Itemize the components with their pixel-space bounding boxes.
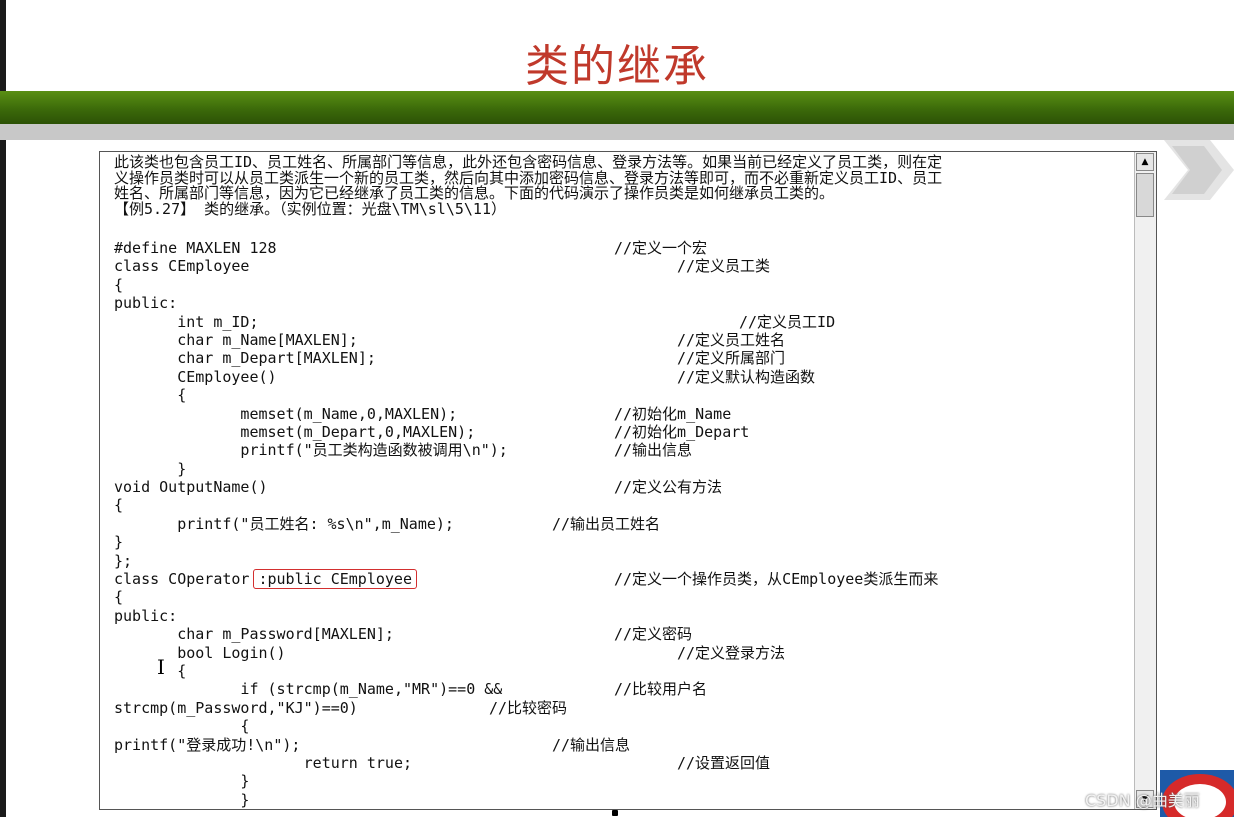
code-line: char m_Password[MAXLEN]; //定义密码 [114, 625, 1129, 643]
code-text: if (strcmp(m_Name,"MR")==0 && [114, 680, 503, 699]
code-text: bool Login() [114, 643, 286, 662]
code-text: { [114, 661, 187, 680]
text-box-content: 此该类也包含员工ID、员工姓名、所属部门等信息，此外还包含密码信息、登录方法等。… [114, 154, 1129, 809]
code-text: public: [114, 294, 178, 313]
code-line: #define MAXLEN 128 //定义一个宏 [114, 239, 1129, 257]
code-comment: //输出员工姓名 [552, 514, 661, 533]
code-text: #define MAXLEN 128 [114, 239, 277, 257]
code-comment: //定义密码 [614, 625, 693, 644]
code-text: memset(m_Depart,0,MAXLEN); [114, 422, 476, 441]
code-text: } [114, 790, 250, 809]
code-text: printf("员工姓名: %s\n",m_Name); [114, 514, 454, 533]
title-band [0, 91, 1234, 124]
code-line: { [114, 276, 1129, 294]
code-text: } [114, 533, 124, 552]
mouse-pointer-icon [612, 810, 618, 816]
slide-title: 类的继承 [525, 41, 709, 92]
code-line: return true; //设置返回值 [114, 754, 1129, 772]
code-comment: //比较密码 [489, 698, 568, 717]
code-line: void OutputName() //定义公有方法 [114, 478, 1129, 496]
code-comment: //定义默认构造函数 [677, 367, 816, 386]
text-box[interactable]: 此该类也包含员工ID、员工姓名、所属部门等信息，此外还包含密码信息、登录方法等。… [99, 151, 1157, 810]
watermark: CSDN @曲美丽 [1085, 791, 1200, 810]
code-line: bool Login() //定义登录方法 [114, 644, 1129, 662]
code-line: printf("员工姓名: %s\n",m_Name); //输出员工姓名 [114, 515, 1129, 533]
code-line: if (strcmp(m_Name,"MR")==0 && //比较用户名 [114, 680, 1129, 698]
code-text: { [114, 496, 124, 515]
code-line: strcmp(m_Password,"KJ")==0) //比较密码 [114, 699, 1129, 717]
code-line: printf("员工类构造函数被调用\n"); //输出信息 [114, 441, 1129, 459]
code-text: char m_Password[MAXLEN]; [114, 625, 394, 644]
code-comment: //输出信息 [614, 441, 693, 460]
title-band-shadow [0, 124, 1234, 140]
code-line: } [114, 772, 1129, 790]
code-comment: //定义员工ID [739, 312, 836, 331]
code-text: int m_ID; [114, 312, 259, 331]
scroll-up-icon[interactable]: ▲ [1136, 153, 1154, 171]
code-line: public: [114, 294, 1129, 312]
code-comment: //设置返回值 [677, 753, 771, 772]
code-text: printf("登录成功!\n"); [114, 735, 301, 754]
code-comment: //定义员工姓名 [677, 330, 786, 349]
code-comment: //定义所属部门 [677, 349, 786, 368]
code-text: public: [114, 606, 178, 625]
code-text: void OutputName() [114, 478, 268, 497]
code-line: { [114, 717, 1129, 735]
intro-paragraph: 此该类也包含员工ID、员工姓名、所属部门等信息，此外还包含密码信息、登录方法等。… [114, 154, 1129, 218]
code-text: { [114, 717, 250, 736]
code-line: printf("登录成功!\n"); //输出信息 [114, 736, 1129, 754]
code-text: } [114, 772, 250, 791]
code-text: } [114, 459, 187, 478]
code-line: { [114, 588, 1129, 606]
code-line: int m_ID; //定义员工ID [114, 313, 1129, 331]
code-text: { [114, 588, 124, 607]
code-comment: //初始化m_Name [614, 404, 732, 423]
highlighted-base-class: :public CEmployee [253, 569, 417, 590]
code-comment: //定义一个宏 [614, 239, 708, 257]
code-comment: //定义员工类 [677, 257, 771, 276]
code-text: { [114, 386, 187, 405]
code-line: { [114, 496, 1129, 514]
code-text: }; [114, 551, 133, 570]
code-text: return true; [114, 753, 413, 772]
code-line: { [114, 662, 1129, 680]
code-line: { [114, 386, 1129, 404]
text-cursor-icon: I [157, 655, 165, 679]
vertical-scrollbar[interactable]: ▲ ▼ [1134, 152, 1156, 809]
code-text: char m_Name[MAXLEN]; [114, 330, 358, 349]
code-line: } [114, 460, 1129, 478]
code-comment: //输出信息 [552, 735, 631, 754]
code-line: } [114, 791, 1129, 809]
code-comment: //定义一个操作员类，从CEmployee类派生而来 [614, 570, 939, 589]
code-line: class COperator:public CEmployee //定义一个操作… [114, 569, 1129, 590]
code-line: class CEmployee //定义员工类 [114, 257, 1129, 275]
example-caption: 【例5.27】 类的继承。（实例位置：光盘\TM\sl\5\11） [114, 199, 506, 218]
code-comment: //定义公有方法 [614, 478, 723, 497]
code-listing: #define MAXLEN 128//定义一个宏 class CEmployee… [114, 239, 1129, 809]
code-text: char m_Depart[MAXLEN]; [114, 349, 376, 368]
code-line: public: [114, 607, 1129, 625]
chevron-arrow-icon [1164, 140, 1234, 200]
code-comment: //定义登录方法 [677, 643, 786, 662]
code-text: { [114, 275, 124, 294]
code-line: }; [114, 552, 1129, 570]
code-comment: //比较用户名 [614, 680, 708, 699]
code-line: memset(m_Depart,0,MAXLEN); //初始化m_Depart [114, 423, 1129, 441]
code-comment: //初始化m_Depart [614, 422, 750, 441]
code-text: strcmp(m_Password,"KJ")==0) [114, 698, 358, 717]
code-text: class CEmployee [114, 257, 250, 276]
code-line: char m_Depart[MAXLEN]; //定义所属部门 [114, 349, 1129, 367]
code-line: } [114, 533, 1129, 551]
code-line: char m_Name[MAXLEN]; //定义员工姓名 [114, 331, 1129, 349]
scrollbar-thumb[interactable] [1136, 173, 1154, 217]
code-line: CEmployee() //定义默认构造函数 [114, 368, 1129, 386]
code-text: memset(m_Name,0,MAXLEN); [114, 404, 458, 423]
code-text: printf("员工类构造函数被调用\n"); [114, 441, 508, 460]
code-text: class COperator [114, 570, 250, 589]
code-line: memset(m_Name,0,MAXLEN); //初始化m_Name [114, 405, 1129, 423]
code-text: CEmployee() [114, 367, 277, 386]
